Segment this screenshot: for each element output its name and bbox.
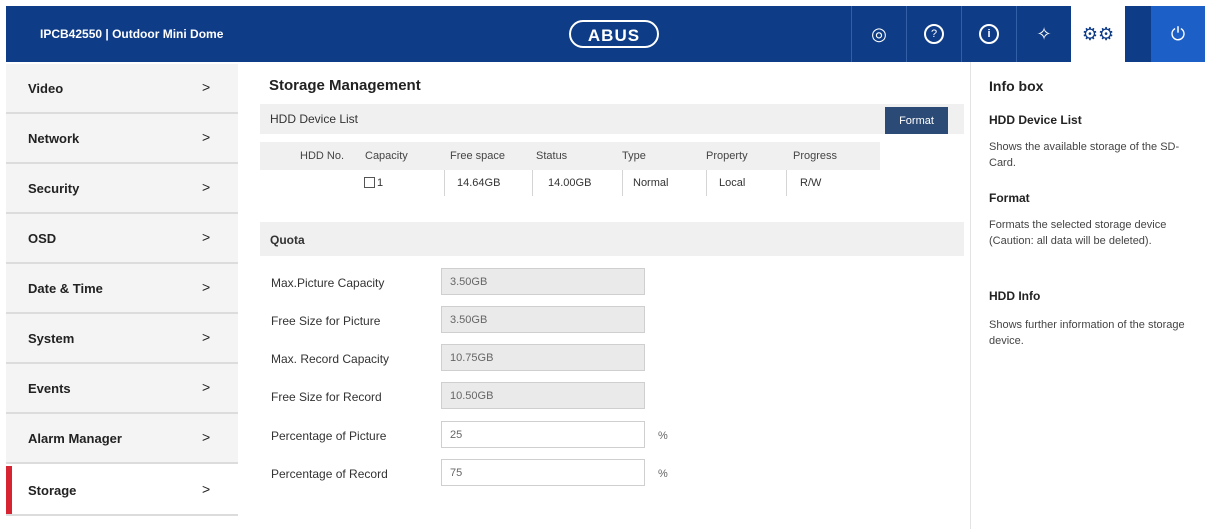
sidebar-item-label: Alarm Manager [28,431,122,446]
section-label: HDD Device List [270,112,359,126]
col-status: Status [536,150,568,162]
col-property: Property [706,150,748,162]
cell-free-space: 14.00GB [532,170,622,196]
cell-status: Normal [622,170,706,196]
wizard-icon[interactable]: ✧ [1017,6,1071,62]
percentage-record-input[interactable]: 75 [441,459,645,486]
device-title: IPCB42550 | Outdoor Mini Dome [40,27,224,41]
max-record-capacity-label: Max. Record Capacity [271,352,390,366]
chevron-right-icon: > [202,429,211,445]
sidebar-item-label: Date & Time [28,281,103,296]
sidebar-item-security[interactable]: Security > [6,164,238,214]
chevron-right-icon: > [202,129,211,145]
info-text-format: Formats the selected storage device (Cau… [989,219,1167,247]
col-free-space: Free space [450,150,506,162]
info-icon[interactable]: i [962,6,1016,62]
chevron-right-icon: > [202,279,211,295]
sidebar-item-osd[interactable]: OSD > [6,214,238,264]
camera-icon[interactable]: ◎ [852,6,906,62]
hdd-select-checkbox[interactable] [364,177,375,188]
page-title: Storage Management [269,77,421,94]
top-bar: IPCB42550 | Outdoor Mini Dome ABUS ◎ ? i… [6,6,1205,62]
hdd-device-list-header: HDD Device List [260,104,964,134]
info-heading-hdd-info: HDD Info [989,289,1041,303]
sidebar-item-label: Video [28,81,64,96]
free-size-picture-label: Free Size for Picture [271,314,381,328]
sidebar-item-label: Storage [28,483,77,498]
percentage-record-label: Percentage of Record [271,467,388,481]
sidebar-item-label: Network [28,131,80,146]
info-text-hdd-info: Shows further information of the storage… [989,319,1185,347]
sidebar-item-system[interactable]: System > [6,314,238,364]
percent-unit: % [658,468,668,480]
cell-capacity: 14.64GB [444,170,532,196]
max-picture-capacity-field: 3.50GB [441,268,645,295]
sidebar-item-network[interactable]: Network > [6,114,238,164]
sidebar-item-label: Security [28,181,80,196]
chevron-right-icon: > [202,79,211,95]
col-hdd-no: HDD No. [300,150,345,162]
info-text-hdd-device-list: Shows the available storage of the SD-Ca… [989,141,1180,169]
sidebar-item-label: OSD [28,231,57,246]
chevron-right-icon: > [202,179,211,195]
quota-header: Quota [260,222,964,256]
info-heading-hdd-device-list: HDD Device List [989,113,1082,127]
col-progress: Progress [793,150,838,162]
info-box: Info box HDD Device List Shows the avail… [970,62,1206,529]
free-size-record-field: 10.50GB [441,382,645,409]
sidebar-item-storage[interactable]: Storage > [6,466,238,516]
free-size-record-label: Free Size for Record [271,390,382,404]
chevron-right-icon: > [202,379,211,395]
col-capacity: Capacity [365,150,408,162]
power-icon[interactable]: ⏻ [1151,6,1205,62]
max-record-capacity-field: 10.75GB [441,344,645,371]
hdd-table-header-row: HDD No. Capacity Free space Status Type … [260,143,880,169]
table-row[interactable]: 1 14.64GB 14.00GB Normal Local R/W [260,170,880,196]
abus-logo: ABUS [569,20,659,48]
sidebar-item-events[interactable]: Events > [6,364,238,414]
settings-gears-icon[interactable]: ⚙⚙ [1071,6,1125,62]
chevron-right-icon: > [202,329,211,345]
percent-unit: % [658,430,668,442]
percentage-picture-label: Percentage of Picture [271,429,387,443]
col-type: Type [622,150,646,162]
sidebar-item-date-time[interactable]: Date & Time > [6,264,238,314]
cell-property: R/W [786,170,880,196]
active-indicator [6,466,12,514]
sidebar-item-label: Events [28,381,71,396]
format-button[interactable]: Format [885,107,948,134]
max-picture-capacity-label: Max.Picture Capacity [271,276,385,290]
section-label: Quota [270,233,305,247]
settings-sidebar: Video > Network > Security > OSD > Date … [6,62,238,522]
info-box-title: Info box [989,78,1044,94]
chevron-right-icon: > [202,481,211,497]
sidebar-item-alarm-manager[interactable]: Alarm Manager > [6,414,238,464]
percentage-picture-input[interactable]: 25 [441,421,645,448]
help-icon[interactable]: ? [907,6,961,62]
sidebar-item-video[interactable]: Video > [6,64,238,114]
cell-type: Local [706,170,786,196]
free-size-picture-field: 3.50GB [441,306,645,333]
sidebar-item-label: System [28,331,75,346]
cell-hdd-no: 1 [260,170,444,196]
info-heading-format: Format [989,191,1030,205]
chevron-right-icon: > [202,229,211,245]
